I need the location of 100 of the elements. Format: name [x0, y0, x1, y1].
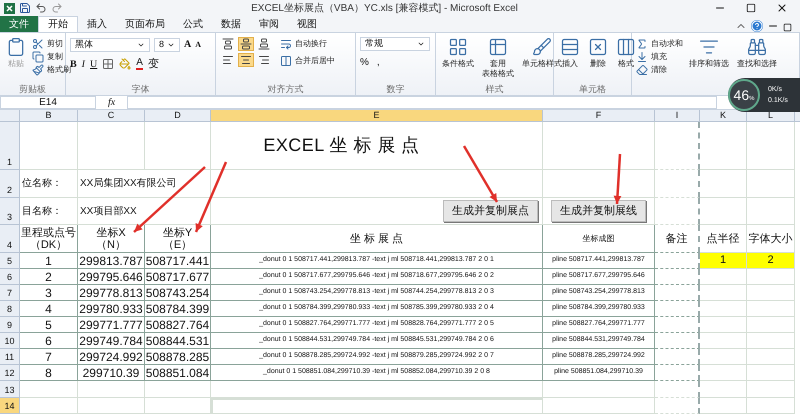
comma-style-button[interactable]: , — [376, 55, 380, 70]
row-header[interactable]: 13 — [0, 381, 20, 398]
row-header[interactable]: 2 — [0, 170, 20, 198]
ribbon-tab[interactable]: 页面布局 — [116, 16, 174, 32]
font-name-field[interactable]: 黑体 — [70, 38, 150, 52]
button-icon — [32, 38, 44, 50]
cell-text: 299813.787 — [79, 252, 143, 270]
cell-text: 8 — [45, 364, 52, 382]
ribbon-tab[interactable]: 插入 — [78, 16, 116, 32]
align-bottom-icon[interactable] — [256, 37, 272, 51]
italic-button[interactable]: I — [82, 56, 86, 72]
cell-text: 2 — [767, 253, 774, 268]
restore-icon[interactable] — [783, 23, 792, 32]
ribbon-button[interactable]: 条件格式 — [440, 37, 476, 69]
ribbon-button[interactable]: 剪切 — [32, 37, 71, 50]
cell-text: 1 — [45, 252, 52, 270]
grow-font-button[interactable]: A — [184, 37, 192, 52]
row-header[interactable]: 8 — [0, 301, 20, 317]
ribbon-tab[interactable]: 公式 — [174, 16, 212, 32]
ribbon-button[interactable]: 自动换行 — [280, 37, 335, 50]
name-box[interactable]: E14 — [0, 96, 96, 109]
ribbon-button[interactable]: 复制 — [32, 50, 71, 63]
row-header[interactable]: 5 — [0, 253, 20, 269]
shrink-font-button[interactable]: A — [195, 38, 202, 50]
row-header[interactable]: 9 — [0, 317, 20, 333]
table-cell — [747, 301, 795, 317]
ribbon-button[interactable]: 清除 — [636, 63, 683, 76]
ribbon-tab[interactable]: 视图 — [288, 16, 326, 32]
row-header[interactable]: 3 — [0, 198, 20, 225]
font-color-button[interactable]: A — [136, 58, 143, 70]
active-cell[interactable] — [211, 398, 543, 414]
row-header[interactable]: 4 — [0, 225, 20, 253]
macro-button[interactable]: 生成并复制展点 — [443, 200, 538, 222]
bold-button[interactable]: B — [70, 56, 77, 72]
usage-percent: 46 — [734, 87, 750, 103]
table-cell — [747, 333, 795, 349]
row-header[interactable]: 11 — [0, 349, 20, 365]
table-cell — [655, 365, 700, 381]
ribbon-button[interactable]: 格式刷 — [32, 63, 71, 76]
dropdown-icon[interactable] — [417, 40, 425, 48]
ribbon-button[interactable]: 填充 — [636, 50, 683, 63]
macro-button[interactable]: 生成并复制展线 — [551, 200, 646, 222]
underline-button[interactable]: U — [90, 56, 98, 72]
redo-icon[interactable] — [51, 2, 63, 14]
phonetic-button[interactable]: 变 — [148, 56, 159, 72]
button-icon — [280, 54, 292, 66]
help-icon[interactable] — [751, 20, 763, 32]
align-top-icon[interactable] — [220, 37, 236, 51]
formula-field[interactable] — [127, 96, 718, 109]
align-center-icon[interactable] — [238, 53, 254, 67]
fill-color-icon[interactable] — [119, 58, 132, 70]
restore-icon[interactable] — [746, 3, 756, 13]
row-header[interactable]: 7 — [0, 285, 20, 301]
ribbon-button[interactable]: 合并后居中 — [280, 54, 335, 67]
table-cell — [655, 333, 700, 349]
group-label: 单元格 — [578, 83, 607, 95]
sheet-title: EXCEL 坐 标 展 点 — [263, 134, 420, 157]
row-header[interactable]: 1 — [0, 122, 20, 170]
ribbon-button[interactable]: 查找和选择 — [735, 37, 779, 69]
column-header[interactable]: E — [211, 110, 543, 121]
cell-text: 299795.646 — [79, 268, 143, 286]
font-size-field[interactable]: 8 — [154, 38, 180, 52]
row-header[interactable]: 12 — [0, 365, 20, 381]
ribbon-button[interactable]: 删除 — [586, 37, 610, 69]
percent-button[interactable]: % — [360, 55, 369, 70]
column-heading: 坐标X（N） — [96, 226, 126, 250]
ribbon-button[interactable]: 排序和筛选 — [687, 37, 731, 69]
ribbon-button[interactable]: 格式 — [614, 37, 638, 69]
button-icon — [280, 38, 292, 50]
ribbon-tab[interactable]: 开始 — [38, 16, 78, 32]
table-cell — [700, 333, 747, 349]
align-left-icon[interactable] — [220, 53, 236, 67]
table-cell — [655, 381, 700, 398]
ribbon-tab[interactable]: 数据 — [212, 16, 250, 32]
button-icon — [32, 50, 44, 62]
align-right-icon[interactable] — [256, 53, 272, 67]
number-format-field[interactable]: 常规 — [360, 37, 430, 51]
table-cell — [700, 301, 747, 317]
column-header[interactable]: C — [78, 110, 145, 121]
row-header[interactable]: 6 — [0, 269, 20, 285]
file-tab[interactable]: 文件 — [0, 16, 38, 32]
column-header[interactable]: I — [655, 110, 700, 121]
row-header[interactable]: 14 — [0, 398, 20, 414]
save-icon[interactable] — [19, 2, 31, 14]
column-header[interactable]: F — [543, 110, 655, 121]
undo-icon[interactable] — [35, 2, 47, 14]
column-heading: 坐标成图 — [582, 232, 614, 244]
insert-function-button[interactable]: fx — [100, 95, 124, 110]
cell-text: 508743.254 — [146, 284, 210, 302]
borders-icon[interactable] — [102, 58, 114, 70]
ribbon-button[interactable]: 套用 表格格式 — [480, 37, 516, 79]
column-header[interactable]: B — [20, 110, 78, 121]
align-middle-icon[interactable] — [238, 37, 254, 51]
ribbon-button[interactable]: 自动求和 — [636, 37, 683, 50]
close-icon[interactable] — [776, 2, 788, 14]
row-header[interactable]: 10 — [0, 333, 20, 349]
table-cell — [78, 122, 145, 170]
ribbon-tab[interactable]: 审阅 — [250, 16, 288, 32]
arrow — [462, 145, 498, 203]
button-icon — [448, 37, 468, 57]
